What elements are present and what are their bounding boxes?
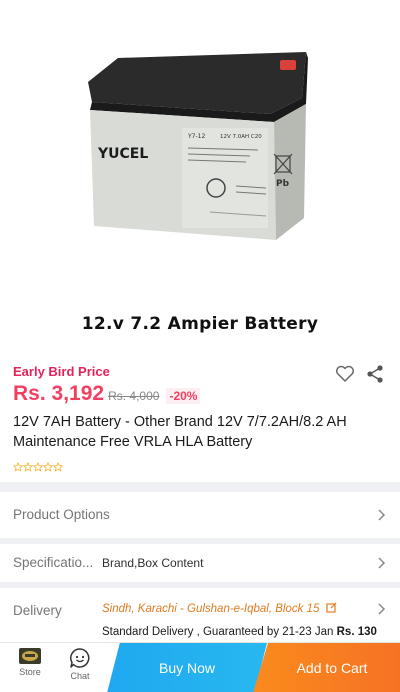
bottom-action-bar: Store Chat Buy Now Add to Cart: [0, 642, 400, 692]
specifications-row[interactable]: Specificatio... Brand,Box Content: [0, 544, 400, 582]
delivery-address[interactable]: Sindh, Karachi - Gulshan-e-Iqbal, Block …: [102, 602, 337, 615]
discount-badge: -20%: [166, 388, 201, 404]
wishlist-heart-icon[interactable]: [333, 362, 357, 386]
price-row: Rs. 3,192 Rs. 4,000 -20%: [13, 382, 201, 406]
star-icon: [33, 462, 43, 472]
delivery-standard-text: Standard Delivery , Guaranteed by 21-23 …: [102, 626, 334, 638]
promo-label: Early Bird Price: [13, 364, 110, 379]
svg-text:Pb: Pb: [276, 179, 290, 189]
chevron-right-icon: [378, 557, 386, 569]
star-icon: [13, 462, 23, 472]
current-price: Rs. 3,192: [13, 382, 105, 405]
battery-model-text: Y7-12: [187, 133, 205, 140]
chat-tab[interactable]: Chat: [60, 647, 100, 681]
original-price: Rs. 4,000: [108, 389, 160, 403]
product-options-row[interactable]: Product Options: [0, 492, 400, 538]
delivery-standard-info: Standard Delivery , Guaranteed by 21-23 …: [102, 626, 377, 638]
battery-brand-text: YUCEL: [97, 146, 148, 162]
store-tab[interactable]: Store: [10, 647, 50, 677]
star-icon: [43, 462, 53, 472]
add-to-cart-button[interactable]: Add to Cart: [253, 643, 400, 692]
product-options-label: Product Options: [13, 507, 110, 522]
rating-stars[interactable]: [13, 462, 63, 472]
star-icon: [53, 462, 63, 472]
battery-rating-text: 12V 7.0AH C20: [220, 134, 262, 140]
buy-now-button[interactable]: Buy Now: [107, 643, 267, 692]
delivery-label: Delivery: [13, 603, 62, 618]
product-image-caption: 12.v 7.2 Ampier Battery: [81, 314, 319, 334]
product-title: 12V 7AH Battery - Other Brand 12V 7/7.2A…: [13, 414, 347, 450]
price-section: Early Bird Price Rs. 3,192 Rs. 4,000 -20…: [0, 356, 400, 482]
store-logo-icon: [19, 648, 41, 664]
product-detail-page: YUCEL Y7-12 12V 7.0AH C20 Pb 12.v 7.2 Am…: [0, 0, 400, 692]
chevron-right-icon: [378, 509, 386, 521]
star-icon: [23, 462, 33, 472]
edit-location-icon: [325, 602, 336, 613]
chat-icon: [70, 648, 90, 668]
store-label: Store: [19, 667, 41, 677]
share-icon[interactable]: [363, 362, 387, 386]
delivery-fee: Rs. 130: [336, 626, 377, 638]
specifications-label: Specificatio...: [13, 555, 94, 570]
product-image-battery: YUCEL Y7-12 12V 7.0AH C20 Pb: [88, 52, 308, 240]
chevron-right-icon: [378, 603, 386, 615]
specifications-value: Brand,Box Content: [102, 556, 204, 570]
chat-label: Chat: [70, 671, 90, 681]
delivery-address-text: Sindh, Karachi - Gulshan-e-Iqbal, Block …: [102, 603, 320, 615]
product-image-area[interactable]: YUCEL Y7-12 12V 7.0AH C20 Pb 12.v 7.2 Am…: [0, 0, 400, 356]
